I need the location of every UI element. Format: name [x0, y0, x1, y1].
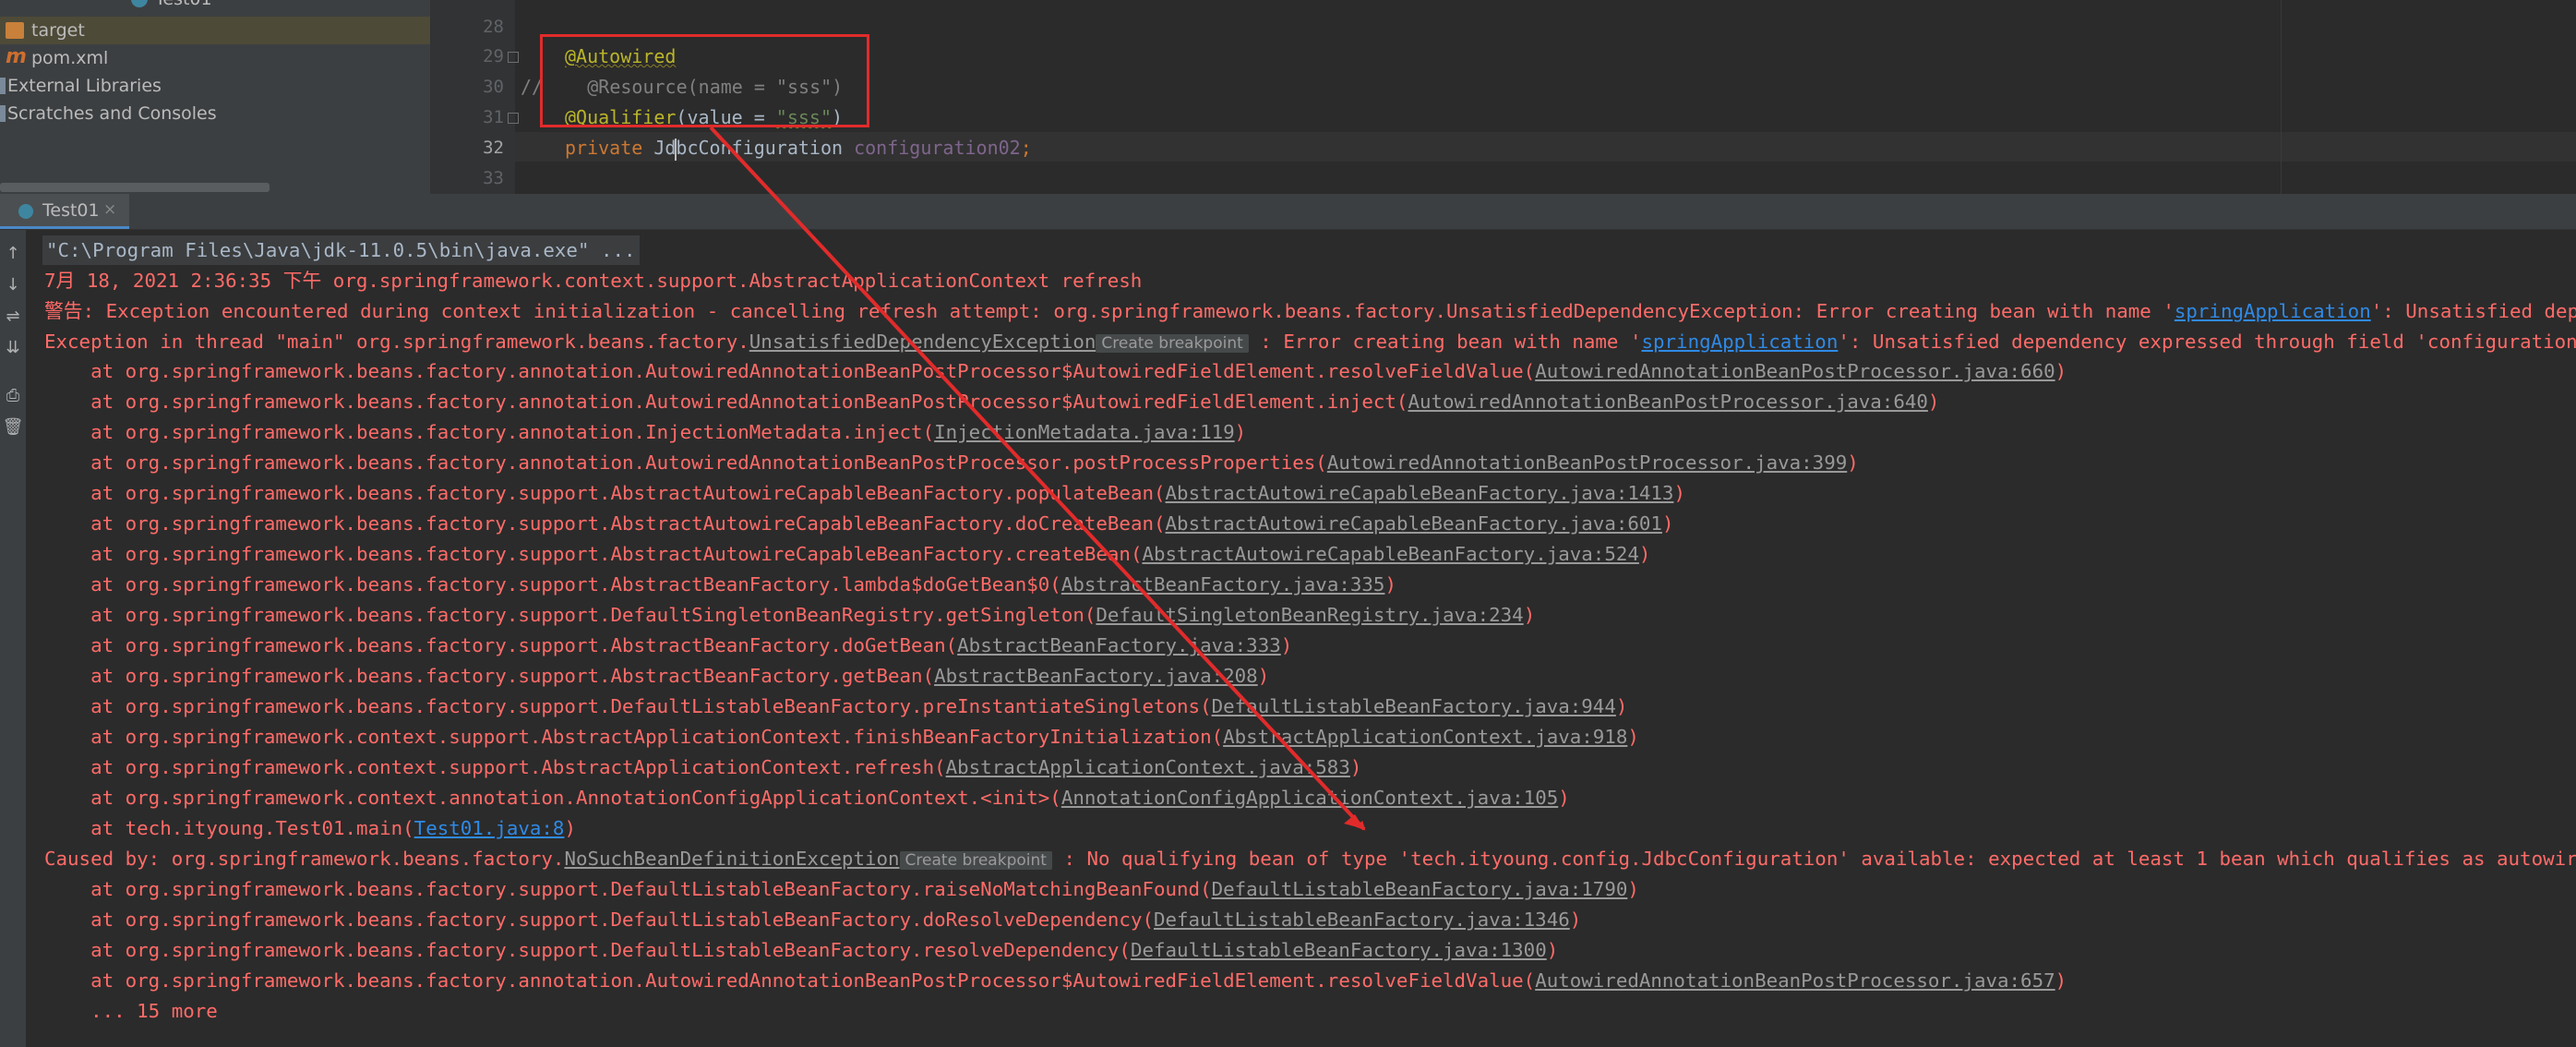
stack-frame: at org.springframework.beans.factory.sup… — [44, 604, 1536, 626]
stack-frame: at org.springframework.beans.factory.ann… — [44, 360, 2067, 382]
java-class-icon — [131, 0, 148, 7]
line-number: 29 — [483, 46, 504, 66]
stack-frame: at org.springframework.beans.factory.ann… — [44, 451, 1859, 474]
tree-item-scratches[interactable]: Scratches and Consoles — [0, 100, 430, 127]
stack-frame: at org.springframework.beans.factory.ann… — [44, 391, 1940, 413]
tree-item-external-libraries[interactable]: External Libraries — [0, 72, 430, 100]
source-link[interactable]: AnnotationConfigApplicationContext.java:… — [1061, 787, 1558, 809]
scroll-down-icon[interactable]: ↓ — [2, 274, 24, 296]
source-link[interactable]: DefaultListableBeanFactory.java:1790 — [1212, 878, 1628, 900]
scroll-up-icon[interactable]: ↑ — [2, 243, 24, 265]
stack-frame: at org.springframework.beans.factory.sup… — [44, 665, 1270, 687]
scratches-icon — [0, 105, 6, 122]
stack-link[interactable]: springApplication — [1642, 331, 1839, 353]
soft-wrap-icon[interactable]: ⇌ — [2, 306, 24, 328]
line-number: 32 — [483, 138, 504, 158]
stack-frame: at org.springframework.beans.factory.sup… — [44, 634, 1293, 656]
line-number: 33 — [483, 168, 504, 188]
source-link[interactable]: AbstractBeanFactory.java:333 — [957, 634, 1281, 656]
maven-icon: m — [6, 45, 27, 68]
console-exception-line: Exception in thread "main" org.springfra… — [44, 331, 2576, 353]
source-link[interactable]: AbstractAutowireCapableBeanFactory.java:… — [1166, 512, 1662, 535]
source-link[interactable]: AbstractBeanFactory.java:335 — [1061, 573, 1385, 596]
stack-frame: at org.springframework.beans.factory.sup… — [44, 543, 1651, 565]
source-link[interactable]: DefaultListableBeanFactory.java:1300 — [1131, 939, 1547, 961]
console-more-line: ... 15 more — [44, 1000, 218, 1022]
stack-frame: at org.springframework.context.support.A… — [44, 756, 1362, 778]
source-link[interactable]: AbstractApplicationContext.java:918 — [1223, 726, 1627, 748]
run-tool-window-header: Test01 × — [0, 194, 2576, 230]
source-link[interactable]: AbstractAutowireCapableBeanFactory.java:… — [1166, 482, 1674, 504]
exception-class-link[interactable]: UnsatisfiedDependencyException — [749, 331, 1096, 353]
line-number: 30 — [483, 77, 504, 97]
library-icon — [0, 78, 6, 94]
fold-marker-icon[interactable] — [508, 113, 519, 124]
source-link[interactable]: InjectionMetadata.java:119 — [934, 421, 1235, 443]
line-number: 28 — [483, 17, 504, 37]
line-number: 31 — [483, 107, 504, 127]
project-tree: Test01 target m pom.xml External Librari… — [0, 0, 430, 194]
stack-frame: at org.springframework.context.support.A… — [44, 726, 1639, 748]
stack-frame: at org.springframework.context.annotatio… — [44, 787, 1570, 809]
right-margin-guide — [2281, 0, 2282, 194]
stack-frame: at org.springframework.beans.factory.sup… — [44, 573, 1396, 596]
source-link[interactable]: AutowiredAnnotationBeanPostProcessor.jav… — [1535, 360, 2055, 382]
folder-icon — [6, 22, 24, 39]
console-warning-line: 警告: Exception encountered during context… — [44, 300, 2576, 322]
stack-link[interactable]: springApplication — [2175, 300, 2371, 322]
stack-frame: at org.springframework.beans.factory.ann… — [44, 969, 2067, 992]
create-breakpoint-button[interactable]: Create breakpoint — [1096, 334, 1249, 353]
tree-scrollbar[interactable] — [0, 183, 270, 192]
scroll-to-end-icon[interactable]: ⇊ — [2, 337, 24, 359]
source-link[interactable]: AutowiredAnnotationBeanPostProcessor.jav… — [1535, 969, 2055, 992]
stack-frame-main: at tech.ityoung.Test01.main(Test01.java:… — [44, 817, 576, 839]
source-link[interactable]: AbstractBeanFactory.java:208 — [934, 665, 1258, 687]
source-link[interactable]: AutowiredAnnotationBeanPostProcessor.jav… — [1327, 451, 1847, 474]
console-command-line: "C:\Program Files\Java\jdk-11.0.5\bin\ja… — [42, 235, 640, 265]
close-icon[interactable]: × — [103, 200, 116, 219]
stack-frame: at org.springframework.beans.factory.sup… — [44, 878, 1639, 900]
console-output[interactable]: "C:\Program Files\Java\jdk-11.0.5\bin\ja… — [26, 230, 2576, 1047]
source-link[interactable]: AbstractApplicationContext.java:583 — [946, 756, 1350, 778]
print-icon[interactable]: ⎙ — [2, 385, 24, 407]
source-link[interactable]: DefaultSingletonBeanRegistry.java:234 — [1096, 604, 1523, 626]
clear-console-icon[interactable]: 🗑 — [2, 416, 24, 439]
stack-frame: at org.springframework.beans.factory.sup… — [44, 695, 1628, 717]
source-link[interactable]: Test01.java:8 — [414, 817, 565, 839]
stack-frame: at org.springframework.beans.factory.sup… — [44, 939, 1559, 961]
console-log-line: 7月 18, 2021 2:36:35 下午 org.springframewo… — [44, 270, 1143, 292]
fold-marker-icon[interactable] — [508, 52, 519, 63]
source-link[interactable]: AbstractAutowireCapableBeanFactory.java:… — [1142, 543, 1638, 565]
create-breakpoint-button[interactable]: Create breakpoint — [899, 851, 1052, 870]
line-gutter: 28 29 30 31 32 33 — [430, 0, 519, 194]
stack-frame: at org.springframework.beans.factory.ann… — [44, 421, 1247, 443]
code-line-32: private JdbcConfiguration configuration0… — [565, 137, 1032, 161]
stack-frame: at org.springframework.beans.factory.sup… — [44, 512, 1674, 535]
stack-frame: at org.springframework.beans.factory.sup… — [44, 909, 1582, 931]
console-caused-by-line: Caused by: org.springframework.beans.fac… — [44, 848, 2576, 870]
source-link[interactable]: DefaultListableBeanFactory.java:1346 — [1154, 909, 1570, 931]
exception-class-link[interactable]: NoSuchBeanDefinitionException — [564, 848, 899, 870]
source-link[interactable]: DefaultListableBeanFactory.java:944 — [1212, 695, 1616, 717]
tree-item-pom[interactable]: m pom.xml — [0, 44, 430, 72]
console-toolbar: ↑ ↓ ⇌ ⇊ ⎙ 🗑 — [0, 230, 26, 1047]
annotation-highlight-box — [540, 34, 869, 127]
tree-item-target[interactable]: target — [0, 17, 430, 44]
java-class-icon — [18, 204, 33, 219]
stack-frame: at org.springframework.beans.factory.sup… — [44, 482, 1685, 504]
run-tab-test01[interactable]: Test01 × — [0, 194, 129, 229]
tree-item-test01[interactable]: Test01 — [0, 0, 430, 13]
source-link[interactable]: AutowiredAnnotationBeanPostProcessor.jav… — [1408, 391, 1927, 413]
